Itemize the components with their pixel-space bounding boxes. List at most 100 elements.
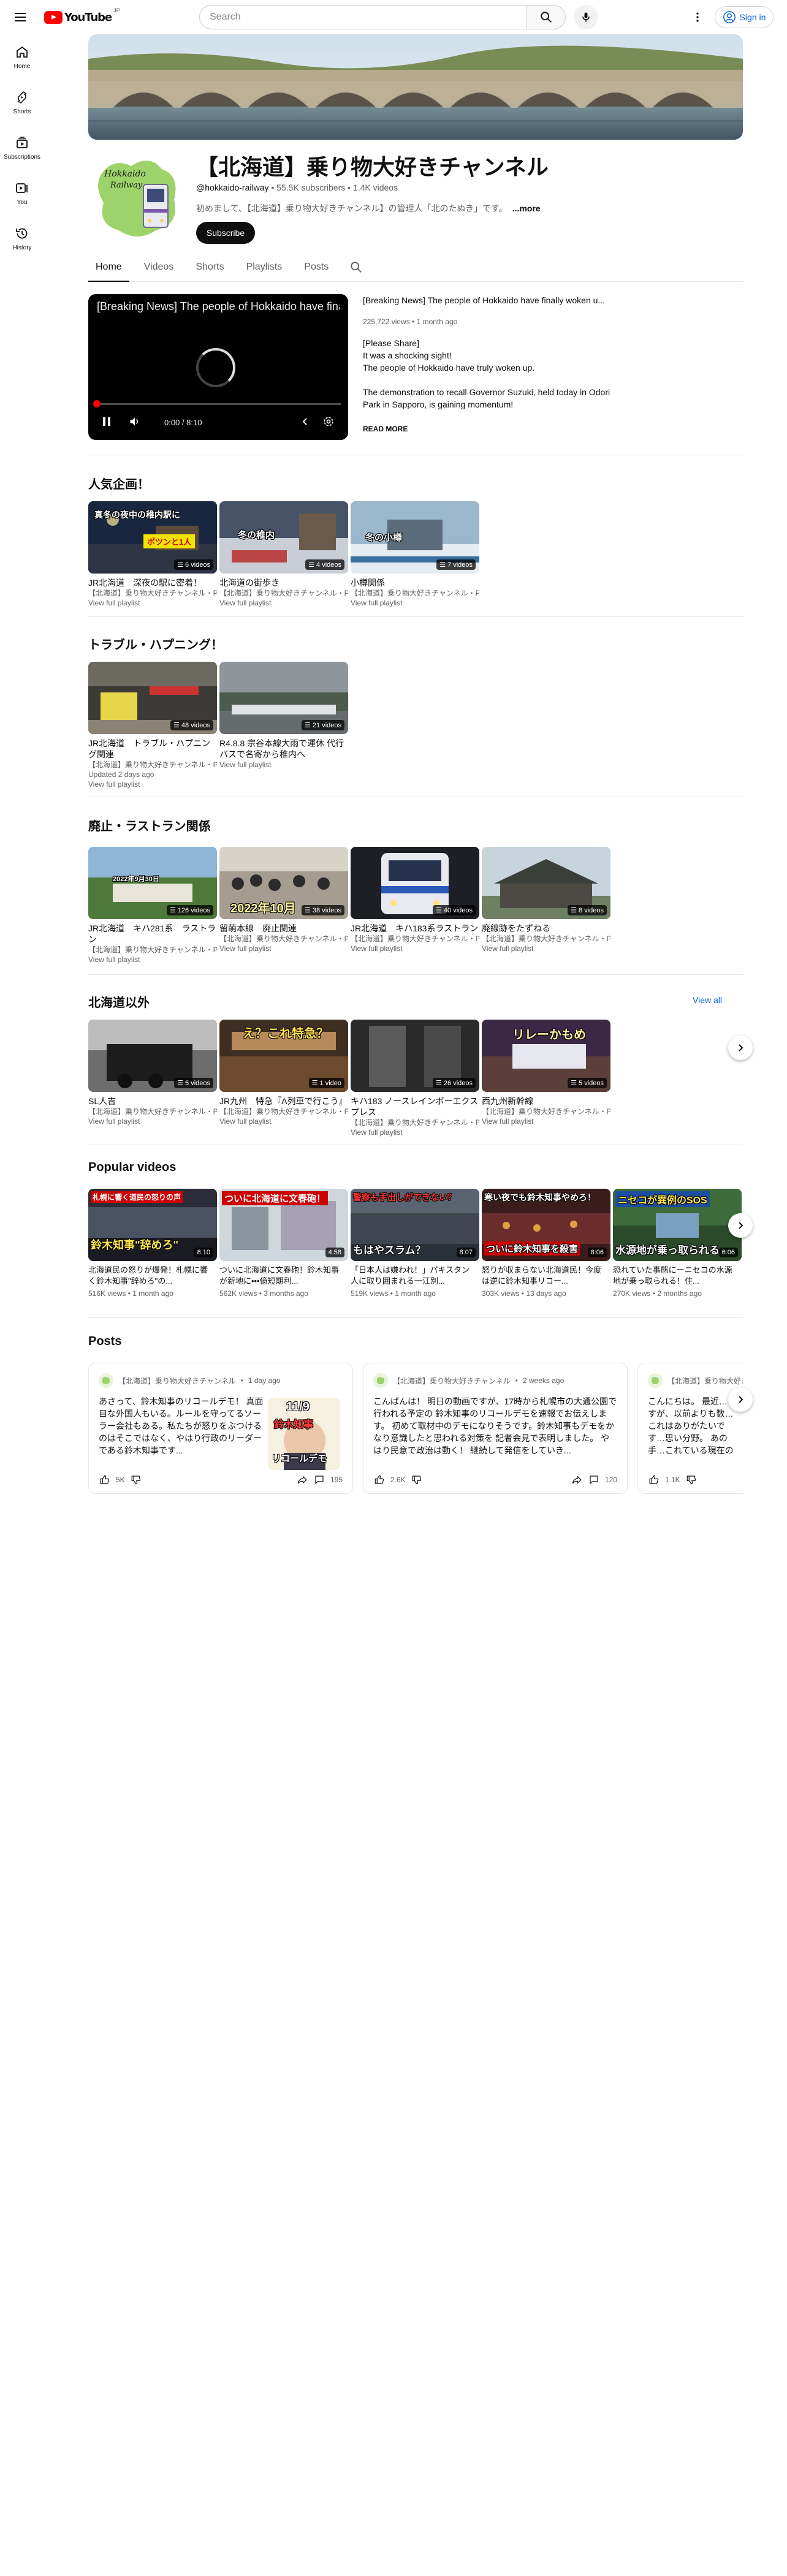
playlist-card[interactable]: 真冬の夜中の稚内駅に ポツンと1人 ☰ 6 videos JR北海道 深夜の駅に… <box>88 501 217 608</box>
section-title-abolition[interactable]: 廃止・ラストラン関係 <box>88 816 211 834</box>
playlist-channel[interactable]: 【北海道】乗り物大好きチャンネル・P <box>88 1107 217 1116</box>
playlist-title[interactable]: JR北海道 キハ183系ラストラン <box>351 923 479 934</box>
channel-avatar[interactable]: Hokkaido Railway <box>88 151 186 249</box>
playlist-channel[interactable]: 【北海道】乗り物大好きチャンネル・P <box>88 760 217 770</box>
video-title[interactable]: 恐れていた事態にーニセコの水源地が乗っ取られる！住... <box>613 1265 742 1287</box>
view-full-playlist-link[interactable]: View full playlist <box>351 1127 479 1137</box>
guide-item-subscriptions[interactable]: Subscriptions <box>2 125 42 170</box>
video-card[interactable]: 警察も手出しができない？ もはやスラム？ 8:07 「日本人は嫌われ！」パキスタ… <box>351 1189 479 1298</box>
guide-item-history[interactable]: History <box>2 216 42 261</box>
video-thumbnail[interactable]: 警察も手出しができない？ もはやスラム？ 8:07 <box>351 1189 479 1261</box>
chapters-button[interactable] <box>297 413 314 430</box>
view-full-playlist-link[interactable]: View full playlist <box>219 598 348 608</box>
section-title-outside-hokkaido[interactable]: 北海道以外 <box>88 993 150 1010</box>
video-thumbnail[interactable]: 寒い夜でも鈴木知事やめろ！ ついに鈴木知事を殺害 8:06 <box>482 1189 610 1261</box>
view-full-playlist-link[interactable]: View full playlist <box>219 760 348 770</box>
view-full-playlist-link[interactable]: View full playlist <box>88 955 217 964</box>
playlist-title[interactable]: SL人吉 <box>88 1096 217 1107</box>
view-full-playlist-link[interactable]: View full playlist <box>351 944 479 953</box>
post-card[interactable]: 【北海道】乗り物大好きチャンネル • 2 weeks ago こんばんは！ 明日… <box>363 1363 628 1494</box>
guide-item-you[interactable]: You <box>2 170 42 216</box>
playlist-card[interactable]: ☰ 26 videos キハ183 ノースレインボーエクスプレス 【北海道】乗り… <box>351 1020 479 1137</box>
view-full-playlist-link[interactable]: View full playlist <box>88 779 217 789</box>
playlist-channel[interactable]: 【北海道】乗り物大好きチャンネル・P <box>219 934 348 944</box>
read-more-link[interactable]: READ MORE <box>363 425 408 433</box>
playlist-title[interactable]: JR北海道 キハ281系 ラストラン <box>88 923 217 945</box>
search-button[interactable] <box>527 5 566 29</box>
featured-video-player[interactable]: [Breaking News] The people of Hokkaido h… <box>88 294 348 440</box>
tab-posts[interactable]: Posts <box>297 252 336 281</box>
progress-bar[interactable] <box>96 403 341 405</box>
menu-icon[interactable] <box>10 7 30 27</box>
shelf-next-button[interactable] <box>728 1036 753 1060</box>
post-author-avatar[interactable] <box>648 1373 663 1388</box>
post-author-avatar[interactable] <box>99 1373 113 1388</box>
playlist-channel[interactable]: 【北海道】乗り物大好きチャンネル・P <box>88 945 217 955</box>
post-author[interactable]: 【北海道】乗り物大好きチャンネル <box>393 1376 511 1386</box>
comment-icon[interactable] <box>313 1474 325 1486</box>
playlist-channel[interactable]: 【北海道】乗り物大好きチャンネル・P <box>88 588 217 598</box>
post-time[interactable]: 1 day ago <box>248 1376 281 1385</box>
volume-button[interactable] <box>126 413 143 430</box>
view-full-playlist-link[interactable]: View full playlist <box>88 598 217 608</box>
playlist-card[interactable]: ☰ 8 videos 廃線跡をたずねる 【北海道】乗り物大好きチャンネル・P V… <box>482 847 610 964</box>
playlist-channel[interactable]: 【北海道】乗り物大好きチャンネル・P <box>351 1118 479 1127</box>
channel-search-button[interactable] <box>343 252 369 281</box>
section-title-trouble[interactable]: トラブル・ハプニング！ <box>88 635 223 653</box>
playlist-thumbnail[interactable]: 2022年10月 ☰ 38 videos <box>219 847 348 919</box>
like-icon[interactable] <box>648 1474 660 1486</box>
youtube-logo[interactable]: YouTube JP <box>44 7 120 25</box>
playlist-thumbnail[interactable]: 2022年9月30日 ☰ 126 videos <box>88 847 217 919</box>
subscribe-button[interactable]: Subscribe <box>196 222 255 244</box>
share-icon[interactable] <box>571 1474 583 1486</box>
section-title-popular-plans[interactable]: 人気企画！ <box>88 474 150 492</box>
playlist-title[interactable]: R4.8.8 宗谷本線大雨で運休 代行バスで名寄から稚内へ <box>219 738 348 760</box>
video-title[interactable]: 北海道民の怒りが爆発！札幌に響く鈴木知事"辞めろ"の... <box>88 1265 217 1287</box>
playlist-channel[interactable]: 【北海道】乗り物大好きチャンネル・P <box>351 588 479 598</box>
playlist-thumbnail[interactable]: 冬の稚内 ☰ 4 videos <box>219 501 348 574</box>
view-full-playlist-link[interactable]: View full playlist <box>482 944 610 953</box>
playlist-card[interactable]: ☰ 40 videos JR北海道 キハ183系ラストラン 【北海道】乗り物大好… <box>351 847 479 964</box>
view-full-playlist-link[interactable]: View full playlist <box>351 598 479 608</box>
view-full-playlist-link[interactable]: View full playlist <box>88 1116 217 1126</box>
shelf-next-button[interactable] <box>728 1213 753 1238</box>
video-title[interactable]: 「日本人は嫌われ！」パキスタン人に取り囲まれる一江別... <box>351 1265 479 1287</box>
dislike-icon[interactable] <box>411 1474 423 1486</box>
view-full-playlist-link[interactable]: View full playlist <box>219 944 348 953</box>
playlist-thumbnail[interactable]: 冬の小樽 ☰ 7 videos <box>351 501 479 574</box>
view-all-link[interactable]: View all <box>693 995 722 1005</box>
section-title-popular-videos[interactable]: Popular videos <box>88 1161 176 1175</box>
video-card[interactable]: ついに北海道に文春砲！ 4:58 ついに北海道に文春砲！鈴木知事が新地に•••億… <box>219 1189 348 1298</box>
playlist-card[interactable]: え？これ特急？ ☰ 1 video JR九州 特急『A列車で行こう』 【北海道】… <box>219 1020 348 1137</box>
playlist-card[interactable]: 冬の稚内 ☰ 4 videos 北海道の街歩き 【北海道】乗り物大好きチャンネル… <box>219 501 348 608</box>
shelf-next-button[interactable] <box>728 1387 753 1412</box>
post-card[interactable]: 【北海道】乗り物大好きチャンネル • 1 day ago あさって、鈴木知事のリ… <box>88 1363 353 1494</box>
playlist-card[interactable]: 冬の小樽 ☰ 7 videos 小樽関係 【北海道】乗り物大好きチャンネル・P … <box>351 501 479 608</box>
playlist-thumbnail[interactable]: リレーかもめ ☰ 5 videos <box>482 1020 610 1092</box>
playlist-card[interactable]: ☰ 21 videos R4.8.8 宗谷本線大雨で運休 代行バスで名寄から稚内… <box>219 662 348 789</box>
post-author-avatar[interactable] <box>373 1373 388 1388</box>
playlist-thumbnail[interactable]: ☰ 48 videos <box>88 662 217 734</box>
video-card[interactable]: ニセコが異例のSOS 水源地が乗っ取られる 6:06 恐れていた事態にーニセコの… <box>613 1189 742 1298</box>
share-icon[interactable] <box>296 1474 308 1486</box>
playlist-card[interactable]: 2022年9月30日 ☰ 126 videos JR北海道 キハ281系 ラスト… <box>88 847 217 964</box>
playlist-thumbnail[interactable]: ☰ 5 videos <box>88 1020 217 1092</box>
dislike-icon[interactable] <box>130 1474 142 1486</box>
playlist-title[interactable]: 西九州新幹線 <box>482 1096 610 1107</box>
playlist-channel[interactable]: 【北海道】乗り物大好きチャンネル・P <box>219 1107 348 1116</box>
playlist-thumbnail[interactable]: え？これ特急？ ☰ 1 video <box>219 1020 348 1092</box>
video-title[interactable]: ついに北海道に文春砲！鈴木知事が新地に•••億短期利... <box>219 1265 348 1287</box>
video-card[interactable]: 札幌に響く道民の怒りの声 鈴木知事"辞めろ" 8:10 北海道民の怒りが爆発！札… <box>88 1189 217 1298</box>
playlist-card[interactable]: ☰ 5 videos SL人吉 【北海道】乗り物大好きチャンネル・P View … <box>88 1020 217 1137</box>
video-thumbnail[interactable]: 札幌に響く道民の怒りの声 鈴木知事"辞めろ" 8:10 <box>88 1189 217 1261</box>
playlist-title[interactable]: 廃線跡をたずねる <box>482 923 610 934</box>
video-title[interactable]: 怒りが収まらない北海道民！今度は逆に鈴木知事リコー... <box>482 1265 610 1287</box>
like-icon[interactable] <box>373 1474 386 1486</box>
playlist-thumbnail[interactable]: ☰ 26 videos <box>351 1020 479 1092</box>
post-time[interactable]: 2 weeks ago <box>523 1376 564 1385</box>
playlist-channel[interactable]: 【北海道】乗り物大好きチャンネル・P <box>351 934 479 944</box>
tab-playlists[interactable]: Playlists <box>239 252 290 281</box>
channel-description[interactable]: 初めまして、【北海道】乗り物大好きチャンネル】の管理人「北のたぬき」です。...… <box>196 202 541 214</box>
post-author[interactable]: 【北海道】乗り物大好きチャンネル <box>667 1376 743 1386</box>
playlist-thumbnail[interactable]: ☰ 21 videos <box>219 662 348 734</box>
